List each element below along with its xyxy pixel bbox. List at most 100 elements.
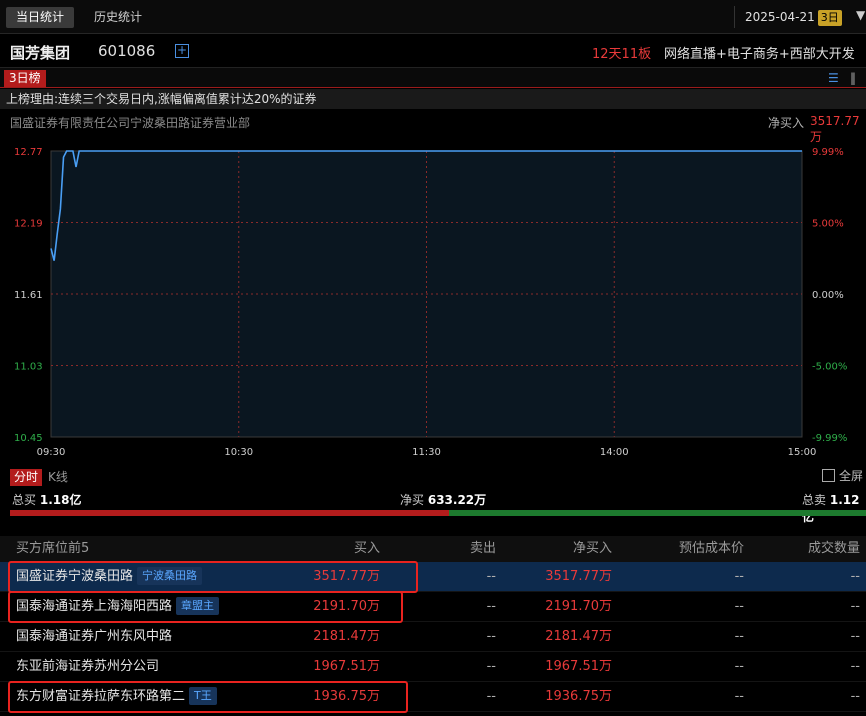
- pct-tick-label: 0.00%: [812, 290, 844, 301]
- cost-value: --: [612, 652, 744, 682]
- list-type-tag[interactable]: 3日榜: [4, 70, 46, 87]
- seat-alias-tag[interactable]: T王: [189, 687, 217, 705]
- stock-name[interactable]: 国芳集团: [10, 42, 70, 63]
- bar-chart-icon[interactable]: ‖: [850, 71, 856, 85]
- date-text: 2025-04-21: [745, 10, 815, 24]
- buyer-table: 买方席位前5 买入 卖出 净买入 预估成本价 成交数量 国盛证券宁波桑田路 宁波桑…: [0, 536, 866, 712]
- buy-value: 1936.75万: [262, 682, 380, 712]
- tab-history-stats[interactable]: 历史统计: [84, 7, 152, 28]
- chevron-down-icon[interactable]: ▼: [856, 8, 865, 22]
- table-header: 买方席位前5 买入 卖出 净买入 预估成本价 成交数量: [0, 536, 866, 562]
- date-picker[interactable]: 2025-04-21 3日: [734, 6, 842, 28]
- buy-sell-ratio-bar: [10, 510, 866, 516]
- net-value-text: 3517.77万: [545, 569, 612, 584]
- day-range-badge[interactable]: 3日: [817, 10, 842, 26]
- fullscreen-button[interactable]: 全屏: [822, 467, 863, 484]
- volume-value: --: [744, 652, 860, 682]
- buy-value-text: 1936.75万: [313, 689, 380, 704]
- table-row[interactable]: 国泰海通证券广州东风中路 2181.47万 -- 2181.47万 -- --: [0, 622, 866, 652]
- volume-value: --: [744, 562, 860, 592]
- total-buy-value: 1.18亿: [39, 493, 82, 507]
- buy-value-text: 1967.51万: [313, 659, 380, 674]
- y-tick-label: 10.45: [14, 433, 43, 444]
- cost-value: --: [612, 592, 744, 622]
- tab-today-stats[interactable]: 当日统计: [6, 7, 75, 28]
- volume-value-text: --: [850, 629, 860, 644]
- x-tick-label: 10:30: [224, 447, 253, 458]
- total-buy-label: 总买: [12, 493, 37, 507]
- seat-name-text: 东方财富证券拉萨东环路第二: [16, 689, 186, 704]
- add-watchlist-icon[interactable]: +: [175, 44, 189, 58]
- sell-value-text: --: [486, 599, 496, 614]
- sell-value: --: [380, 652, 496, 682]
- net-value: 1936.75万: [496, 682, 612, 712]
- net-value: 3517.77万: [496, 562, 612, 592]
- table-row[interactable]: 东方财富证券拉萨东环路第二 T王 1936.75万 -- 1936.75万 -- --: [0, 682, 866, 712]
- buy-value: 2191.70万: [262, 592, 380, 622]
- stock-header: 国芳集团 601086 + 12天11板 网络直播+电子商务+西部大开发: [0, 34, 866, 68]
- seat-name-text: 东亚前海证券苏州分公司: [16, 659, 160, 674]
- net-value-text: 1967.51万: [545, 659, 612, 674]
- buy-value: 1967.51万: [262, 652, 380, 682]
- sell-value-text: --: [486, 629, 496, 644]
- top-bar: 当日统计 历史统计 2025-04-21 3日 ▼: [0, 0, 866, 34]
- listing-reason: 上榜理由:连续三个交易日内,涨幅偏离值累计达20%的证券: [0, 89, 866, 109]
- list-view-icon[interactable]: ☰: [828, 71, 839, 85]
- sell-value: --: [380, 682, 496, 712]
- seat-name: 东方财富证券拉萨东环路第二 T王: [16, 682, 217, 712]
- total-sell-label: 总卖: [802, 493, 827, 507]
- x-tick-label: 09:30: [37, 447, 66, 458]
- cost-value-text: --: [734, 599, 744, 614]
- table-row[interactable]: 国泰海通证券上海海阳西路 章盟主 2191.70万 -- 2191.70万 -- --: [0, 592, 866, 622]
- pct-tick-label: -9.99%: [812, 433, 847, 444]
- net-value-text: 2191.70万: [545, 599, 612, 614]
- header-volume[interactable]: 成交数量: [744, 536, 860, 562]
- header-net[interactable]: 净买入: [496, 536, 612, 562]
- table-row[interactable]: 东亚前海证券苏州分公司 1967.51万 -- 1967.51万 -- --: [0, 652, 866, 682]
- y-tick-label: 11.03: [14, 362, 43, 373]
- volume-value-text: --: [850, 599, 860, 614]
- y-tick-label: 11.61: [14, 290, 43, 301]
- table-row[interactable]: 国盛证券宁波桑田路 宁波桑田路 3517.77万 -- 3517.77万 -- --: [0, 562, 866, 592]
- header-sell[interactable]: 卖出: [380, 536, 496, 562]
- net-value: 2191.70万: [496, 592, 612, 622]
- fullscreen-label: 全屏: [839, 469, 864, 483]
- buy-value-text: 3517.77万: [313, 569, 380, 584]
- header-buy[interactable]: 买入: [262, 536, 380, 562]
- seat-name-text: 国盛证券宁波桑田路: [16, 569, 134, 584]
- volume-value-text: --: [850, 659, 860, 674]
- pct-tick-label: 5.00%: [812, 219, 844, 230]
- volume-value-text: --: [850, 569, 860, 584]
- x-tick-label: 15:00: [788, 447, 817, 458]
- seat-name: 国盛证券宁波桑田路 宁波桑田路: [16, 562, 203, 592]
- seat-alias-tag[interactable]: 章盟主: [176, 597, 220, 615]
- buy-value-text: 2181.47万: [313, 629, 380, 644]
- net-value-text: 2181.47万: [545, 629, 612, 644]
- intraday-chart[interactable]: 12.77 9.99% 12.19 5.00% 11.61 0.00% 11.03 -5.00…: [0, 136, 866, 464]
- buy-ratio-fill: [10, 510, 450, 516]
- buy-value-text: 2191.70万: [313, 599, 380, 614]
- chart-switch: 分时 K线: [10, 466, 74, 486]
- cost-value-text: --: [734, 659, 744, 674]
- seat-alias-tag[interactable]: 宁波桑田路: [137, 567, 203, 585]
- total-net-label: 净买: [400, 493, 425, 507]
- sell-value-text: --: [486, 569, 496, 584]
- sell-value: --: [380, 562, 496, 592]
- volume-value: --: [744, 622, 860, 652]
- y-tick-label: 12.19: [14, 219, 43, 230]
- header-cost[interactable]: 预估成本价: [612, 536, 744, 562]
- total-buy: 总买 1.18亿: [12, 491, 81, 508]
- concept-tags: 网络直播+电子商务+西部大开发: [664, 47, 855, 62]
- seat-name: 东亚前海证券苏州分公司: [16, 652, 159, 682]
- list-bar: 3日榜 ☰ ‖: [0, 68, 866, 88]
- buy-value: 2181.47万: [262, 622, 380, 652]
- net-value-text: 1936.75万: [545, 689, 612, 704]
- cost-value-text: --: [734, 689, 744, 704]
- header-seat[interactable]: 买方席位前5: [16, 536, 89, 562]
- fullscreen-icon: [822, 469, 835, 482]
- tab-intraday[interactable]: 分时: [10, 469, 43, 486]
- y-tick-label: 12.77: [14, 147, 43, 158]
- total-sell: 总卖 1.12亿: [802, 491, 866, 525]
- tab-kline[interactable]: K线: [44, 469, 72, 486]
- volume-value: --: [744, 592, 860, 622]
